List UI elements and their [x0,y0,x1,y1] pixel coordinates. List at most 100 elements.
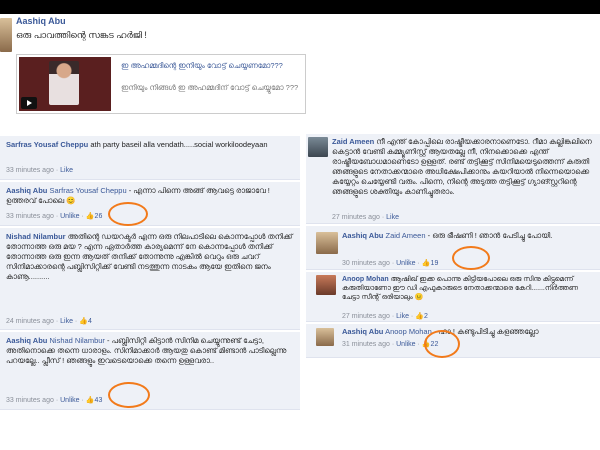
like-count[interactable]: 👍43 [86,397,103,404]
commenter-avatar[interactable] [316,328,334,346]
meta-separator: · [391,341,395,348]
mention-link[interactable]: Anoop Mohan [385,327,432,336]
comment-body: Anoop Mohan ആഷിഖ് ഇക്ക പൊന്നു കിട്ടിയപോല… [342,275,596,302]
highlight-circle [108,382,150,408]
comment-meta: 30 minutes ago · Unlike · 👍19 [342,259,438,267]
comment-sarfras: Sarfras Yousaf Cheppu ath party baseil a… [0,136,300,180]
like-count[interactable]: 👍19 [422,260,439,267]
post-author-name[interactable]: Aashiq Abu [16,16,316,26]
comment-zaid: Zaid Ameen നീ എന്ത് കോപ്പിലെ രാഷ്ട്രീയക്… [306,134,600,224]
commenter-avatar[interactable] [316,275,336,295]
thumbs-up-icon: 👍 [85,397,95,404]
meta-separator: · [81,397,84,404]
post-text: ഒരു പാവത്തിന്റെ സങ്കട ഹർജി ! [16,30,147,40]
meta-separator: · [381,214,385,221]
thumbs-up-icon: 👍 [85,213,95,220]
highlight-circle [108,202,148,226]
thumbs-up-icon: 👍 [415,313,424,320]
shared-video-card[interactable]: ഇ അഹമ്മദിന്റെ ഇനിയും വോട്ട് ചെയ്യണമോ??? … [16,54,306,114]
original-post: Aashiq Abu ഒരു പാവത്തിന്റെ സങ്കട ഹർജി ! [16,16,316,40]
unlike-link[interactable]: Unlike [60,213,79,220]
meta-separator: · [391,260,395,267]
comment-body: Aashiq Abu Zaid Ameen - ഒരു ഭീഷണി ! ഞാൻ … [342,231,596,241]
comment-body: Zaid Ameen നീ എന്ത് കോപ്പിലെ രാഷ്ട്രീയക്… [332,137,596,197]
comment-time: 31 minutes ago [342,341,390,348]
commenter-name[interactable]: Zaid Ameen [332,137,374,146]
comment-nishad: Nishad Nilambur അതിന്റെ ഡയറക്ടർ എന്ന ഒരു… [0,228,300,330]
highlight-circle [452,246,490,270]
mention-link[interactable]: Zaid Ameen [385,231,425,240]
comment-meta: 27 minutes ago · Like · 👍2 [342,312,428,320]
like-link[interactable]: Like [386,214,399,221]
comment-time: 33 minutes ago [6,167,54,174]
comment-text: ath party baseil alla vendath.....social… [90,140,268,149]
comment-body: Aashiq Abu Sarfras Yousaf Cheppu - എന്നാ… [6,186,296,206]
meta-separator: · [410,313,414,320]
commenter-name[interactable]: Sarfras Yousaf Cheppu [6,140,88,149]
comment-aashiq-4: Aashiq Abu Anoop Mohan - ഹാ ! കണ്ടുപിടിച… [306,324,600,358]
unlike-link[interactable]: Unlike [396,341,415,348]
thumbs-up-icon: 👍 [421,260,431,267]
commenter-name[interactable]: Anoop Mohan [342,276,389,283]
meta-separator: · [55,318,59,325]
commenter-name[interactable]: Aashiq Abu [342,327,383,336]
unlike-link[interactable]: Unlike [396,260,415,267]
comment-meta: 33 minutes ago · Unlike · 👍26 [6,212,102,220]
meta-separator: · [55,167,59,174]
comment-time: 27 minutes ago [332,214,380,221]
commenter-name[interactable]: Aashiq Abu [6,336,47,345]
comment-body: Aashiq Abu Nishad Nilambur - പബ്ലിസിറ്റി… [6,336,296,366]
commenter-name[interactable]: Nishad Nilambur [6,232,66,241]
comment-aashiq-2: Aashiq Abu Nishad Nilambur - പബ്ലിസിറ്റി… [0,332,300,410]
comment-time: 33 minutes ago [6,397,54,404]
comment-meta: 33 minutes ago · Unlike · 👍43 [6,396,102,404]
play-icon[interactable] [21,97,37,109]
like-link[interactable]: Like [60,318,73,325]
comment-aashiq-3: Aashiq Abu Zaid Ameen - ഒരു ഭീഷണി ! ഞാൻ … [306,226,600,270]
comment-body: Sarfras Yousaf Cheppu ath party baseil a… [6,140,296,150]
like-link[interactable]: Like [396,313,409,320]
comment-anoop: Anoop Mohan ആഷിഖ് ഇക്ക പൊന്നു കിട്ടിയപോല… [306,272,600,322]
like-link[interactable]: Like [60,167,73,174]
meta-separator: · [417,260,420,267]
like-count-value: 19 [430,260,439,267]
card-description: ഇനിയും നിങ്ങൾ ഇ അഹമ്മദിന് വോട്ട് ചെയ്യുമ… [121,83,299,92]
thumbs-up-icon: 👍 [79,318,88,325]
comment-aashiq-1: Aashiq Abu Sarfras Yousaf Cheppu - എന്നാ… [0,182,300,226]
comment-meta: 27 minutes ago · Like [332,214,399,221]
like-count-value: 26 [94,213,103,220]
commenter-name[interactable]: Aashiq Abu [342,231,383,240]
comment-time: 33 minutes ago [6,213,54,220]
like-count[interactable]: 👍2 [415,313,428,320]
comment-time: 24 minutes ago [6,318,54,325]
meta-separator: · [55,213,59,220]
comment-body: Aashiq Abu Anoop Mohan - ഹാ ! കണ്ടുപിടിച… [342,327,596,337]
commenter-name[interactable]: Aashiq Abu [6,186,47,195]
mention-link[interactable]: Nishad Nilambur [49,336,104,345]
video-thumbnail[interactable] [19,57,111,111]
meta-separator: · [55,397,59,404]
mention-link[interactable]: Sarfras Yousaf Cheppu [49,186,126,195]
card-title[interactable]: ഇ അഹമ്മദിന്റെ ഇനിയും വോട്ട് ചെയ്യണമോ??? [121,61,301,71]
commenter-avatar[interactable] [316,232,338,254]
comment-text: - ഒരു ഭീഷണി ! ഞാൻ പേടിച്ചു പോയി. [427,231,553,240]
meta-separator: · [81,213,84,220]
meta-separator: · [391,313,395,320]
presenter-figure [49,61,79,105]
unlike-link[interactable]: Unlike [60,397,79,404]
like-count[interactable]: 👍26 [86,213,103,220]
comment-time: 27 minutes ago [342,313,390,320]
highlight-circle [424,330,460,358]
comment-meta: 33 minutes ago · Like [6,167,73,174]
like-count[interactable]: 👍4 [79,318,92,325]
commenter-avatar[interactable] [308,137,328,157]
post-author-avatar[interactable] [0,18,12,52]
meta-separator: · [74,318,78,325]
comment-body: Nishad Nilambur അതിന്റെ ഡയറക്ടർ എന്ന ഒരു… [6,232,296,282]
like-count-value: 43 [94,397,103,404]
like-count-value: 2 [423,313,428,320]
meta-separator: · [417,341,420,348]
comment-time: 30 minutes ago [342,260,390,267]
like-count-value: 4 [87,318,92,325]
comment-meta: 24 minutes ago · Like · 👍4 [6,317,92,325]
